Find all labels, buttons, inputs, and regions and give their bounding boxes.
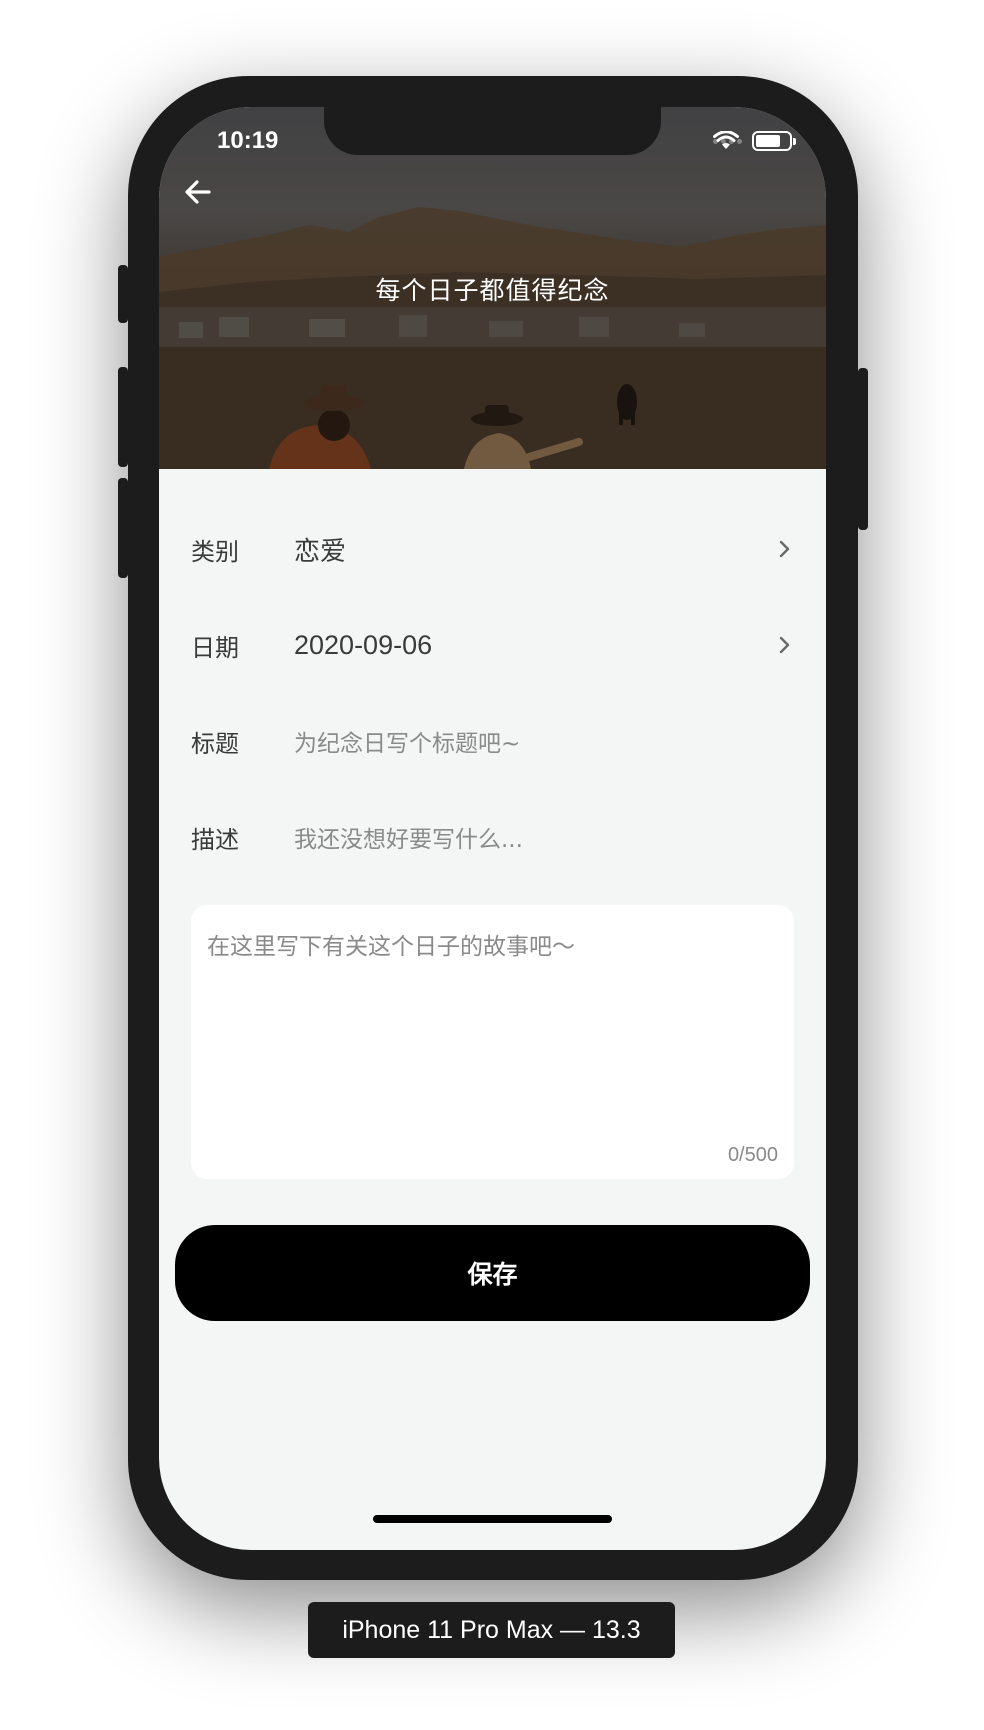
story-placeholder: 在这里写下有关这个日子的故事吧～ xyxy=(207,934,575,960)
title-label: 标题 xyxy=(191,729,239,758)
title-input[interactable]: 为纪念日写个标题吧~ xyxy=(294,724,794,758)
date-label: 日期 xyxy=(191,633,239,662)
home-indicator xyxy=(373,1515,612,1523)
chevron-right-icon xyxy=(774,635,794,655)
app-screen: 10:19 每个日子都值得纪念 类别 恋爱 日期 2020-09-06 标题 为… xyxy=(159,107,826,1550)
description-row: 描述 我还没想好要写什么... xyxy=(191,807,794,867)
chevron-right-icon xyxy=(774,539,794,559)
volume-up-button xyxy=(118,367,128,467)
date-row[interactable]: 日期 2020-09-06 xyxy=(191,615,794,675)
category-value: 恋爱 xyxy=(294,536,347,567)
description-label: 描述 xyxy=(191,825,239,854)
story-textarea[interactable]: 在这里写下有关这个日子的故事吧～ 0/500 xyxy=(191,905,794,1179)
status-icons xyxy=(713,131,796,151)
mute-switch xyxy=(118,265,128,323)
title-row: 标题 为纪念日写个标题吧~ xyxy=(191,711,794,771)
device-notch xyxy=(324,107,661,155)
volume-down-button xyxy=(118,478,128,578)
device-label: iPhone 11 Pro Max — 13.3 xyxy=(308,1602,675,1658)
date-value: 2020-09-06 xyxy=(294,629,433,660)
save-button[interactable]: 保存 xyxy=(175,1225,810,1321)
description-input[interactable]: 我还没想好要写什么... xyxy=(294,820,794,854)
arrow-left-icon xyxy=(185,180,211,204)
page-title: 每个日子都值得纪念 xyxy=(375,276,610,305)
back-button[interactable] xyxy=(183,177,223,217)
power-button xyxy=(858,368,868,530)
category-label: 类别 xyxy=(191,537,239,566)
category-row[interactable]: 类别 恋爱 xyxy=(191,519,794,579)
battery-icon xyxy=(752,131,796,151)
character-count: 0/500 xyxy=(727,1144,778,1166)
header-banner: 10:19 每个日子都值得纪念 xyxy=(159,107,826,469)
wifi-icon xyxy=(713,131,739,149)
status-time: 10:19 xyxy=(217,127,279,154)
